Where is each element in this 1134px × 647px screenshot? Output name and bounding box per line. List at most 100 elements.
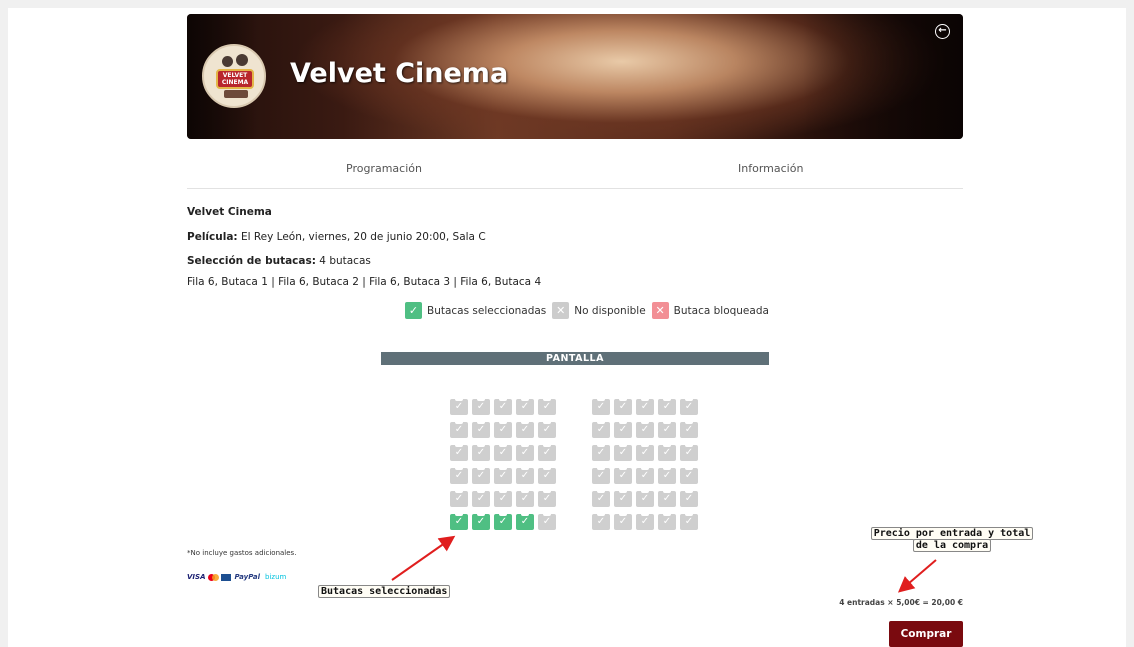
seat-row3-10[interactable]: ✓ xyxy=(680,445,698,461)
seat-row4-9[interactable]: ✓ xyxy=(658,468,676,484)
tab-programacion[interactable]: Programación xyxy=(346,162,422,175)
seat-row5-5[interactable]: ✓ xyxy=(538,491,556,507)
check-icon: ✓ xyxy=(684,470,694,481)
seat-row1-3[interactable]: ✓ xyxy=(494,399,512,415)
seat-row1-10[interactable]: ✓ xyxy=(680,399,698,415)
movie-label: Película: xyxy=(187,231,238,243)
legend-unavailable-label: No disponible xyxy=(574,304,646,317)
seat-row1-7[interactable]: ✓ xyxy=(614,399,632,415)
seat-row4-10[interactable]: ✓ xyxy=(680,468,698,484)
seat-row2-5[interactable]: ✓ xyxy=(538,422,556,438)
seat-row5-6[interactable]: ✓ xyxy=(592,491,610,507)
check-icon: ✓ xyxy=(662,516,672,527)
check-icon: ✓ xyxy=(662,493,672,504)
check-icon: ✓ xyxy=(498,424,508,435)
check-icon: ✓ xyxy=(684,447,694,458)
check-icon: ✓ xyxy=(476,516,486,527)
seat-row4-7[interactable]: ✓ xyxy=(614,468,632,484)
seat-row1-8[interactable]: ✓ xyxy=(636,399,654,415)
seat-row6-2[interactable]: ✓ xyxy=(472,514,490,530)
check-icon: ✓ xyxy=(640,447,650,458)
check-icon: ✓ xyxy=(596,470,606,481)
seat-row2-4[interactable]: ✓ xyxy=(516,422,534,438)
info-seats-list: Fila 6, Butaca 1 | Fila 6, Butaca 2 | Fi… xyxy=(187,276,542,288)
seat-row3-1[interactable]: ✓ xyxy=(450,445,468,461)
check-icon: ✓ xyxy=(498,401,508,412)
cross-icon: ✕ xyxy=(552,302,570,319)
check-icon: ✓ xyxy=(662,401,672,412)
bizum-logo: bizum xyxy=(265,573,287,581)
paypal-logo: PayPal xyxy=(234,573,261,581)
check-icon: ✓ xyxy=(662,470,672,481)
seat-row5-9[interactable]: ✓ xyxy=(658,491,676,507)
seat-row6-4[interactable]: ✓ xyxy=(516,514,534,530)
check-icon: ✓ xyxy=(498,493,508,504)
info-selection: Selección de butacas: 4 butacas xyxy=(187,255,371,267)
card-logo xyxy=(221,573,232,581)
check-icon: ✓ xyxy=(596,424,606,435)
check-icon: ✓ xyxy=(498,470,508,481)
seat-row1-9[interactable]: ✓ xyxy=(658,399,676,415)
check-icon: ✓ xyxy=(684,424,694,435)
seat-row3-5[interactable]: ✓ xyxy=(538,445,556,461)
seat-row6-9[interactable]: ✓ xyxy=(658,514,676,530)
seat-row5-7[interactable]: ✓ xyxy=(614,491,632,507)
seat-row2-1[interactable]: ✓ xyxy=(450,422,468,438)
tab-informacion[interactable]: Información xyxy=(738,162,803,175)
seat-row6-1[interactable]: ✓ xyxy=(450,514,468,530)
seat-row6-8[interactable]: ✓ xyxy=(636,514,654,530)
seat-row2-3[interactable]: ✓ xyxy=(494,422,512,438)
seat-row3-6[interactable]: ✓ xyxy=(592,445,610,461)
seat-row5-2[interactable]: ✓ xyxy=(472,491,490,507)
seat-row5-10[interactable]: ✓ xyxy=(680,491,698,507)
seat-row3-4[interactable]: ✓ xyxy=(516,445,534,461)
seat-row3-3[interactable]: ✓ xyxy=(494,445,512,461)
seat-row6-5[interactable]: ✓ xyxy=(538,514,556,530)
seat-row4-4[interactable]: ✓ xyxy=(516,468,534,484)
seat-row6-3[interactable]: ✓ xyxy=(494,514,512,530)
seat-row2-7[interactable]: ✓ xyxy=(614,422,632,438)
seat-row4-2[interactable]: ✓ xyxy=(472,468,490,484)
seat-row6-10[interactable]: ✓ xyxy=(680,514,698,530)
seat-row2-10[interactable]: ✓ xyxy=(680,422,698,438)
seat-row4-3[interactable]: ✓ xyxy=(494,468,512,484)
seat-row5-1[interactable]: ✓ xyxy=(450,491,468,507)
tab-divider xyxy=(187,188,963,189)
seat-row2-8[interactable]: ✓ xyxy=(636,422,654,438)
check-icon: ✓ xyxy=(640,401,650,412)
seat-row2-2[interactable]: ✓ xyxy=(472,422,490,438)
check-icon: ✓ xyxy=(618,470,628,481)
seat-row4-5[interactable]: ✓ xyxy=(538,468,556,484)
check-icon: ✓ xyxy=(454,470,464,481)
check-icon: ✓ xyxy=(640,493,650,504)
seat-row1-2[interactable]: ✓ xyxy=(472,399,490,415)
seat-row4-8[interactable]: ✓ xyxy=(636,468,654,484)
seat-row4-1[interactable]: ✓ xyxy=(450,468,468,484)
seat-row3-9[interactable]: ✓ xyxy=(658,445,676,461)
back-button[interactable]: ← xyxy=(935,24,950,39)
seat-row5-3[interactable]: ✓ xyxy=(494,491,512,507)
check-icon: ✓ xyxy=(476,424,486,435)
fees-note: *No incluye gastos adicionales. xyxy=(187,549,297,557)
seat-row3-2[interactable]: ✓ xyxy=(472,445,490,461)
buy-button[interactable]: Comprar xyxy=(889,621,963,647)
check-icon: ✓ xyxy=(684,516,694,527)
seat-row2-9[interactable]: ✓ xyxy=(658,422,676,438)
check-icon: ✓ xyxy=(596,516,606,527)
check-icon: ✓ xyxy=(662,424,672,435)
seat-row3-7[interactable]: ✓ xyxy=(614,445,632,461)
seat-row1-5[interactable]: ✓ xyxy=(538,399,556,415)
seat-row5-8[interactable]: ✓ xyxy=(636,491,654,507)
seat-row2-6[interactable]: ✓ xyxy=(592,422,610,438)
seat-row6-7[interactable]: ✓ xyxy=(614,514,632,530)
check-icon: ✓ xyxy=(542,516,552,527)
seat-row6-6[interactable]: ✓ xyxy=(592,514,610,530)
seat-row3-8[interactable]: ✓ xyxy=(636,445,654,461)
seat-row5-4[interactable]: ✓ xyxy=(516,491,534,507)
check-icon: ✓ xyxy=(542,493,552,504)
check-icon: ✓ xyxy=(520,401,530,412)
seat-row1-6[interactable]: ✓ xyxy=(592,399,610,415)
seat-row1-4[interactable]: ✓ xyxy=(516,399,534,415)
seat-row4-6[interactable]: ✓ xyxy=(592,468,610,484)
seat-row1-1[interactable]: ✓ xyxy=(450,399,468,415)
